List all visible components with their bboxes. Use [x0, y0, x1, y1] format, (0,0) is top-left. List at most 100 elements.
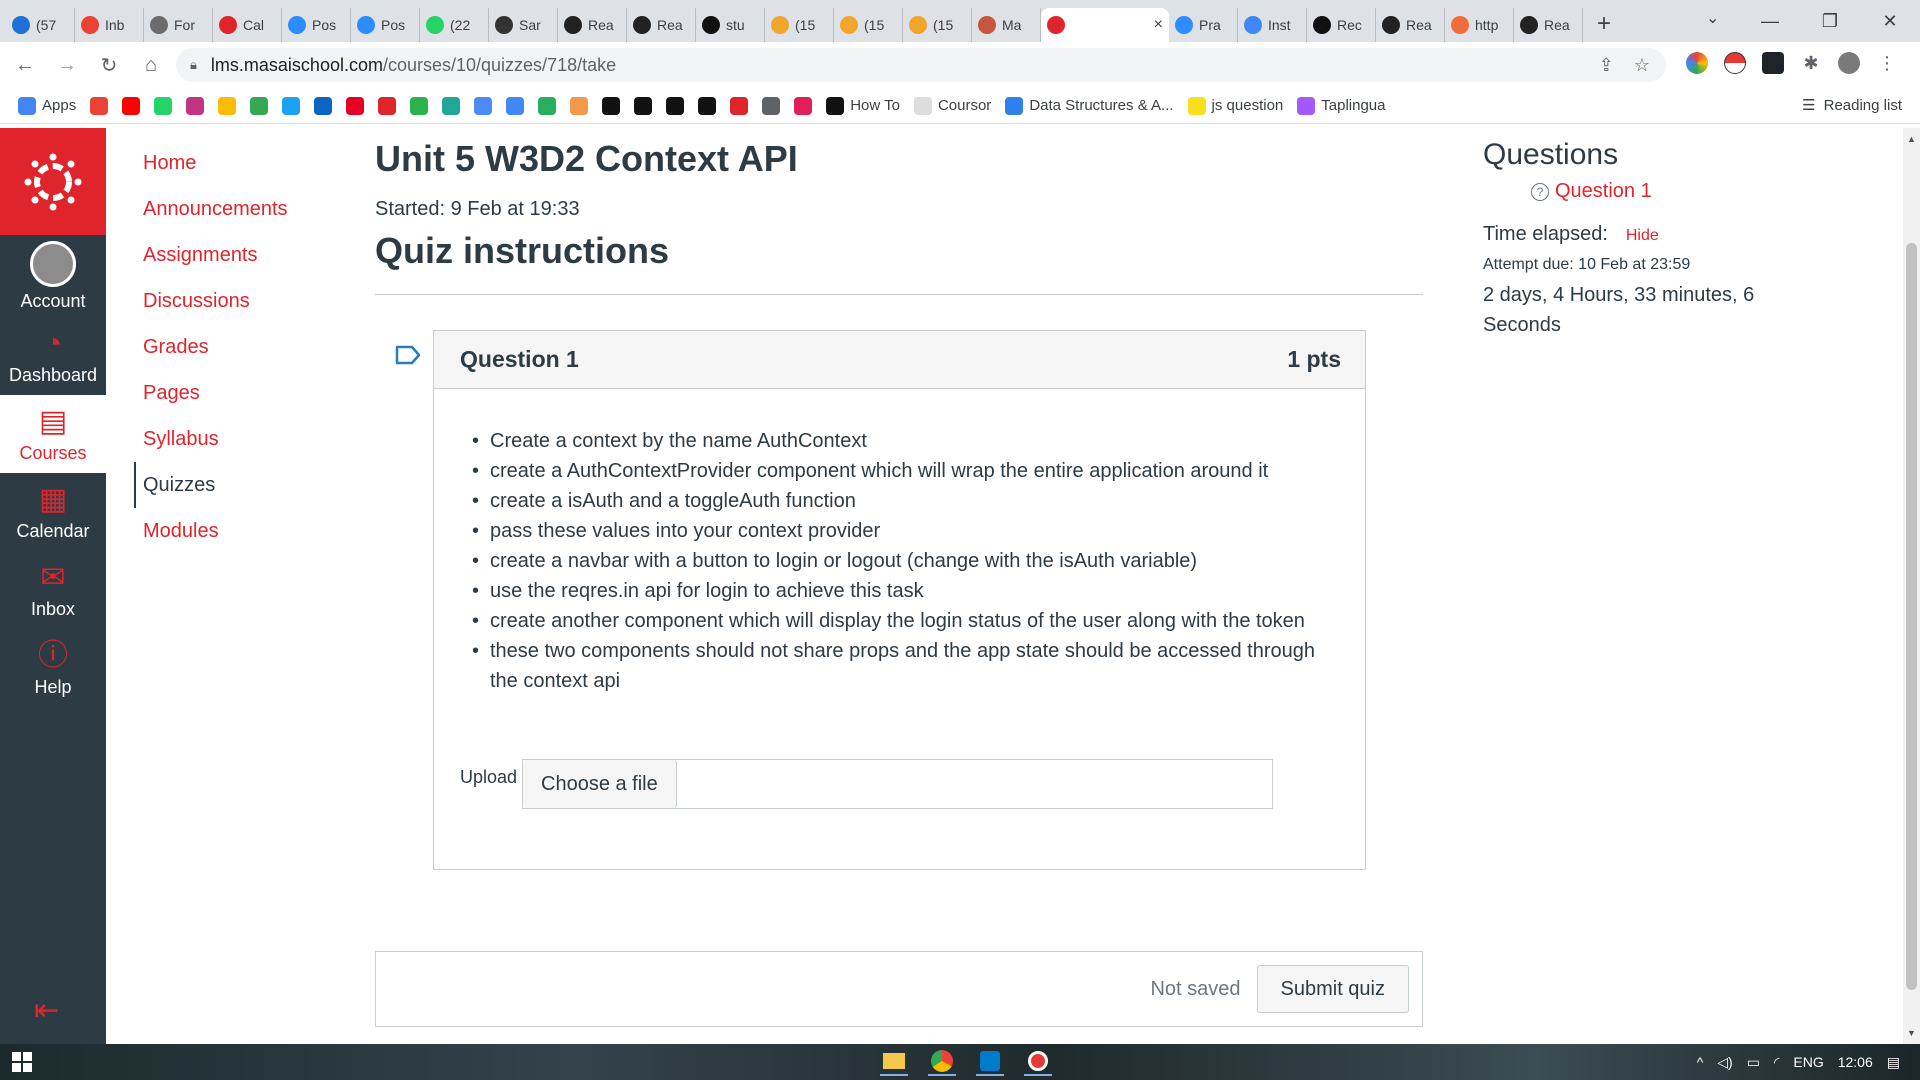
bookmark-item[interactable]	[506, 96, 525, 115]
bookmark-item[interactable]: js question	[1187, 96, 1283, 115]
browser-tab[interactable]: (22	[420, 8, 489, 42]
nav-help[interactable]: ⓘ Help	[0, 629, 106, 707]
collapse-nav-icon[interactable]: ⇤	[34, 993, 59, 1028]
browser-tab[interactable]: http	[1445, 8, 1514, 42]
reload-icon[interactable]: ↻	[92, 53, 126, 78]
bookmark-item[interactable]	[282, 96, 301, 115]
file-explorer-icon[interactable]	[880, 1048, 908, 1076]
color-extension-icon[interactable]	[1686, 52, 1708, 74]
bookmark-item[interactable]: Coursor	[913, 96, 991, 115]
course-nav-pages[interactable]: Pages	[134, 370, 354, 416]
clock[interactable]: 12:06	[1838, 1054, 1873, 1070]
bookmark-item[interactable]	[602, 96, 621, 115]
bookmark-item[interactable]	[90, 96, 109, 115]
browser-tab[interactable]: (15	[903, 8, 972, 42]
browser-tab[interactable]: Rea	[1376, 8, 1445, 42]
minimize-icon[interactable]: —	[1740, 11, 1800, 32]
bookmark-item[interactable]: Data Structures & A...	[1005, 96, 1174, 115]
profile-avatar[interactable]	[1838, 52, 1860, 74]
browser-tab[interactable]: Pra	[1169, 8, 1238, 42]
tray-overflow-icon[interactable]: ^	[1697, 1054, 1704, 1070]
browser-tab[interactable]: (15	[765, 8, 834, 42]
chrome-icon[interactable]	[928, 1048, 956, 1076]
bookmark-item[interactable]	[794, 96, 813, 115]
browser-tab[interactable]: Pos	[282, 8, 351, 42]
course-nav-discussions[interactable]: Discussions	[134, 278, 354, 324]
browser-tab[interactable]: (15	[834, 8, 903, 42]
bookmark-item[interactable]	[570, 96, 589, 115]
hide-timer-link[interactable]: Hide	[1626, 227, 1659, 245]
page-scrollbar[interactable]: ▲ ▼	[1903, 128, 1920, 1044]
course-nav-home[interactable]: Home	[134, 140, 354, 186]
bookmark-item[interactable]: Taplingua	[1297, 96, 1385, 115]
reading-list-button[interactable]: ☰ Reading list	[1802, 96, 1902, 115]
bookmark-item[interactable]	[538, 96, 557, 115]
course-nav-grades[interactable]: Grades	[134, 324, 354, 370]
browser-tab[interactable]: Rea	[1514, 8, 1583, 42]
browser-tab[interactable]: (57	[6, 8, 75, 42]
bookmark-item[interactable]	[666, 96, 685, 115]
file-upload-input[interactable]: Choose a file	[522, 759, 1273, 809]
react-extension-icon[interactable]	[1762, 52, 1784, 74]
home-icon[interactable]: ⌂	[134, 54, 168, 77]
course-nav-announcements[interactable]: Announcements	[134, 186, 354, 232]
flag-question-icon[interactable]	[395, 345, 421, 365]
browser-tab[interactable]: Inb	[75, 8, 144, 42]
vscode-icon[interactable]	[976, 1048, 1004, 1076]
canvas-logo[interactable]	[0, 128, 106, 235]
bookmark-item[interactable]	[410, 96, 429, 115]
battery-icon[interactable]: ▭	[1747, 1054, 1760, 1071]
bookmark-item[interactable]	[122, 96, 141, 115]
bookmark-item[interactable]	[474, 96, 493, 115]
question-1-link[interactable]: ? Question 1	[1531, 180, 1903, 203]
submit-quiz-button[interactable]: Submit quiz	[1256, 965, 1409, 1013]
choose-file-button[interactable]: Choose a file	[523, 760, 677, 808]
tab-search-icon[interactable]: ⌄	[1706, 8, 1719, 28]
bookmark-item[interactable]	[314, 96, 333, 115]
volume-icon[interactable]: ◁)	[1717, 1054, 1732, 1071]
bookmark-item[interactable]	[346, 96, 365, 115]
course-nav-quizzes[interactable]: Quizzes	[134, 462, 354, 508]
windows-start-icon[interactable]	[12, 1052, 32, 1072]
browser-tab[interactable]: Inst	[1238, 8, 1307, 42]
browser-tab[interactable]: Rea	[558, 8, 627, 42]
share-icon[interactable]: ⇪	[1599, 55, 1614, 76]
pokeball-extension-icon[interactable]	[1724, 52, 1746, 74]
browser-tab[interactable]: Sar	[489, 8, 558, 42]
browser-tab[interactable]: stu	[696, 8, 765, 42]
back-icon[interactable]: ←	[8, 54, 42, 77]
new-tab-button[interactable]: +	[1597, 10, 1611, 38]
nav-inbox[interactable]: ✉ Inbox	[0, 551, 106, 629]
bookmark-item[interactable]	[154, 96, 173, 115]
scrollbar-thumb[interactable]	[1906, 243, 1917, 990]
bookmark-item[interactable]	[698, 96, 717, 115]
browser-tab[interactable]: Rec	[1307, 8, 1376, 42]
nav-calendar[interactable]: ▦ Calendar	[0, 473, 106, 551]
restore-icon[interactable]: ❐	[1800, 11, 1860, 32]
browser-tab-active[interactable]: ×	[1041, 8, 1169, 42]
bookmark-item[interactable]	[378, 96, 397, 115]
language-indicator[interactable]: ENG	[1793, 1054, 1823, 1070]
course-nav-syllabus[interactable]: Syllabus	[134, 416, 354, 462]
browser-tab[interactable]: For	[144, 8, 213, 42]
wifi-icon[interactable]: ◜	[1774, 1054, 1779, 1071]
chrome-menu-icon[interactable]: ⋮	[1876, 52, 1898, 74]
bookmark-item[interactable]	[634, 96, 653, 115]
address-bar[interactable]: 🔒︎ lms.masaischool.com/courses/10/quizze…	[176, 48, 1666, 82]
browser-tab[interactable]: Ma	[972, 8, 1041, 42]
bookmark-item[interactable]	[218, 96, 237, 115]
notifications-icon[interactable]: ▤	[1887, 1054, 1900, 1071]
bookmark-item[interactable]	[730, 96, 749, 115]
puzzle-extensions-icon[interactable]: ✱	[1800, 52, 1822, 74]
course-nav-assignments[interactable]: Assignments	[134, 232, 354, 278]
bookmark-item[interactable]	[186, 96, 205, 115]
bookmark-item[interactable]	[762, 96, 781, 115]
bookmark-star-icon[interactable]: ☆	[1634, 55, 1650, 76]
scroll-up-icon[interactable]: ▲	[1907, 134, 1916, 144]
course-nav-modules[interactable]: Modules	[134, 508, 354, 554]
browser-tab[interactable]: Pos	[351, 8, 420, 42]
nav-dashboard[interactable]: ◔ Dashboard	[0, 317, 106, 395]
browser-tab[interactable]: Rea	[627, 8, 696, 42]
bookmark-item[interactable]	[442, 96, 461, 115]
lock-icon[interactable]: 🔒︎	[190, 57, 197, 73]
